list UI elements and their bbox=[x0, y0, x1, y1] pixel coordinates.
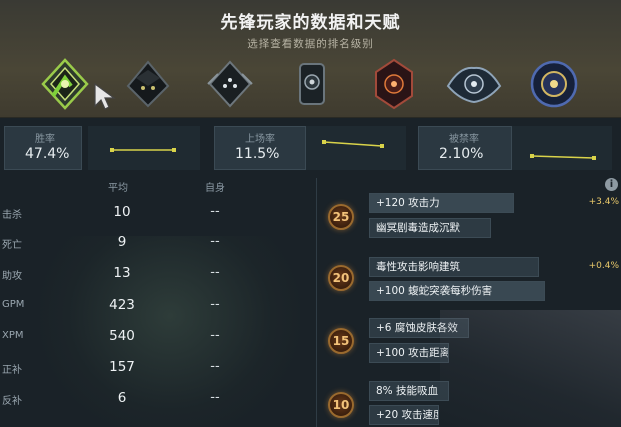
ban-rate-label: 被禁率 bbox=[449, 134, 479, 145]
rank-divine-icon[interactable] bbox=[524, 56, 584, 112]
table-row: 正补 157 -- bbox=[0, 357, 310, 381]
mouse-cursor-icon bbox=[94, 82, 116, 110]
decorative-glow bbox=[440, 310, 621, 427]
rank-archon-icon[interactable] bbox=[282, 56, 342, 112]
win-rate-value: 47.4% bbox=[25, 146, 70, 162]
win-rate-box: 胜率 47.4% bbox=[4, 126, 82, 170]
row-label: GPM bbox=[2, 299, 25, 310]
row-self: -- bbox=[210, 390, 220, 405]
col-self-header: 自身 bbox=[205, 183, 225, 194]
row-self: -- bbox=[210, 204, 220, 219]
talent-level-badge: 10 bbox=[328, 392, 354, 418]
row-self: -- bbox=[210, 234, 220, 249]
table-row: 死亡 9 -- bbox=[0, 232, 310, 256]
pick-rate-value: 11.5% bbox=[235, 146, 280, 162]
win-rate-sparkline bbox=[88, 126, 200, 170]
talent-option-label: +100 攻击距离 bbox=[376, 347, 449, 359]
ban-rate-box: 被禁率 2.10% bbox=[418, 126, 512, 170]
table-row: XPM 540 -- bbox=[0, 326, 310, 350]
talent-option[interactable]: 8% 技能吸血 bbox=[369, 381, 449, 401]
row-average: 13 bbox=[113, 265, 131, 281]
talent-option[interactable]: +20 攻击速度 bbox=[369, 405, 439, 425]
talent-winrate: +3.4% bbox=[588, 197, 619, 207]
row-average: 157 bbox=[109, 359, 135, 375]
win-rate-label: 胜率 bbox=[35, 134, 55, 145]
row-average: 423 bbox=[109, 297, 135, 313]
row-self: -- bbox=[210, 265, 220, 280]
row-label: 助攻 bbox=[2, 271, 22, 282]
stats-table: 平均 自身 击杀 10 -- 死亡 9 -- 助攻 13 -- GPM 423 … bbox=[0, 176, 310, 427]
row-average: 9 bbox=[117, 234, 127, 250]
row-self: -- bbox=[210, 297, 220, 312]
rank-crusader-icon[interactable] bbox=[200, 56, 260, 112]
pick-rate-box: 上场率 11.5% bbox=[214, 126, 306, 170]
row-label: 死亡 bbox=[2, 240, 22, 251]
rank-ancient-icon[interactable] bbox=[444, 56, 504, 112]
talent-option-label: 8% 技能吸血 bbox=[376, 385, 438, 397]
talent-option[interactable]: +100 蝮蛇突袭每秒伤害 bbox=[369, 281, 545, 301]
table-row: 助攻 13 -- bbox=[0, 263, 310, 287]
row-label: 击杀 bbox=[2, 210, 22, 221]
pick-rate-sparkline bbox=[306, 126, 406, 170]
stats-row: 胜率 47.4% 上场率 11.5% 被禁率 2.10% bbox=[0, 126, 621, 174]
talent-option-label: +20 攻击速度 bbox=[376, 409, 439, 421]
ban-rate-value: 2.10% bbox=[439, 146, 484, 162]
talent-level-badge: 15 bbox=[328, 328, 354, 354]
talent-option[interactable]: 毒性攻击影响建筑 bbox=[369, 257, 539, 277]
table-row: 击杀 10 -- bbox=[0, 202, 310, 226]
talent-winrate: +0.4% bbox=[588, 261, 619, 271]
col-average-header: 平均 bbox=[108, 183, 128, 194]
talent-option-label: 毒性攻击影响建筑 bbox=[376, 261, 460, 273]
talent-level-badge: 25 bbox=[328, 204, 354, 230]
panel-divider bbox=[316, 178, 317, 427]
rank-herald-icon[interactable] bbox=[35, 56, 95, 112]
table-row: GPM 423 -- bbox=[0, 295, 310, 319]
talent-option-label: +100 蝮蛇突袭每秒伤害 bbox=[376, 285, 493, 297]
talent-option-label: 幽冥剧毒造成沉默 bbox=[376, 222, 460, 234]
row-label: 正补 bbox=[2, 365, 22, 376]
row-self: -- bbox=[210, 359, 220, 374]
ban-rate-sparkline bbox=[512, 126, 612, 170]
rank-guardian-icon[interactable] bbox=[118, 56, 178, 112]
talent-option-label: +120 攻击力 bbox=[376, 197, 440, 209]
row-average: 10 bbox=[113, 204, 131, 220]
row-average: 540 bbox=[109, 328, 135, 344]
talent-option[interactable]: 幽冥剧毒造成沉默 bbox=[369, 218, 491, 238]
talent-option[interactable]: +120 攻击力 bbox=[369, 193, 514, 213]
row-label: XPM bbox=[2, 330, 24, 341]
row-self: -- bbox=[210, 328, 220, 343]
page-subtitle: 选择查看数据的排名级别 bbox=[247, 38, 374, 50]
rank-legend-icon[interactable] bbox=[364, 56, 424, 112]
talent-option[interactable]: +100 攻击距离 bbox=[369, 343, 449, 363]
table-row: 反补 6 -- bbox=[0, 388, 310, 412]
page-title: 先锋玩家的数据和天赋 bbox=[220, 13, 401, 33]
pick-rate-label: 上场率 bbox=[245, 134, 275, 145]
talent-level-badge: 20 bbox=[328, 265, 354, 291]
row-average: 6 bbox=[117, 390, 127, 406]
row-label: 反补 bbox=[2, 396, 22, 407]
